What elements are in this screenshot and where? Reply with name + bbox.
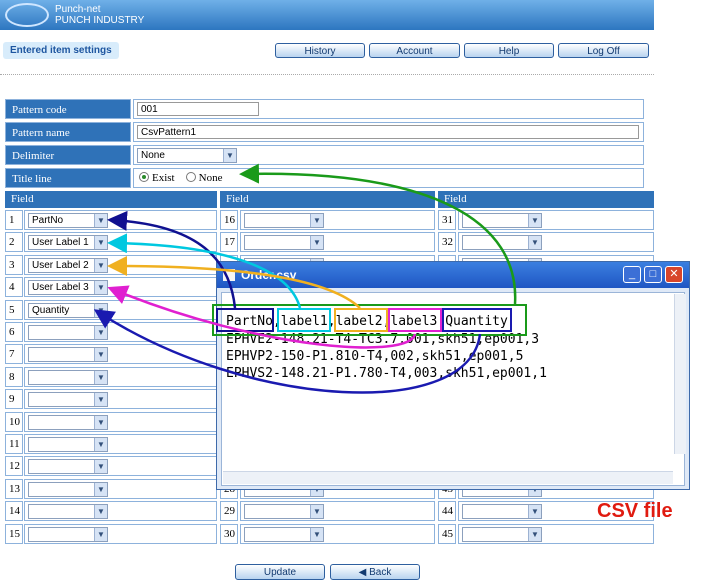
back-button[interactable]: ◀ Back <box>330 564 420 580</box>
back-label: Back <box>369 567 392 578</box>
back-arrow-icon: ◀ <box>358 567 370 578</box>
arrow-label2 <box>107 256 361 309</box>
mapping-arrows <box>93 163 517 394</box>
arrow-quantity <box>93 309 482 394</box>
update-button[interactable]: Update <box>235 564 325 580</box>
csv-file-caption: CSV file <box>597 500 673 522</box>
arrow-label3 <box>107 285 417 349</box>
arrow-partno <box>107 210 237 309</box>
